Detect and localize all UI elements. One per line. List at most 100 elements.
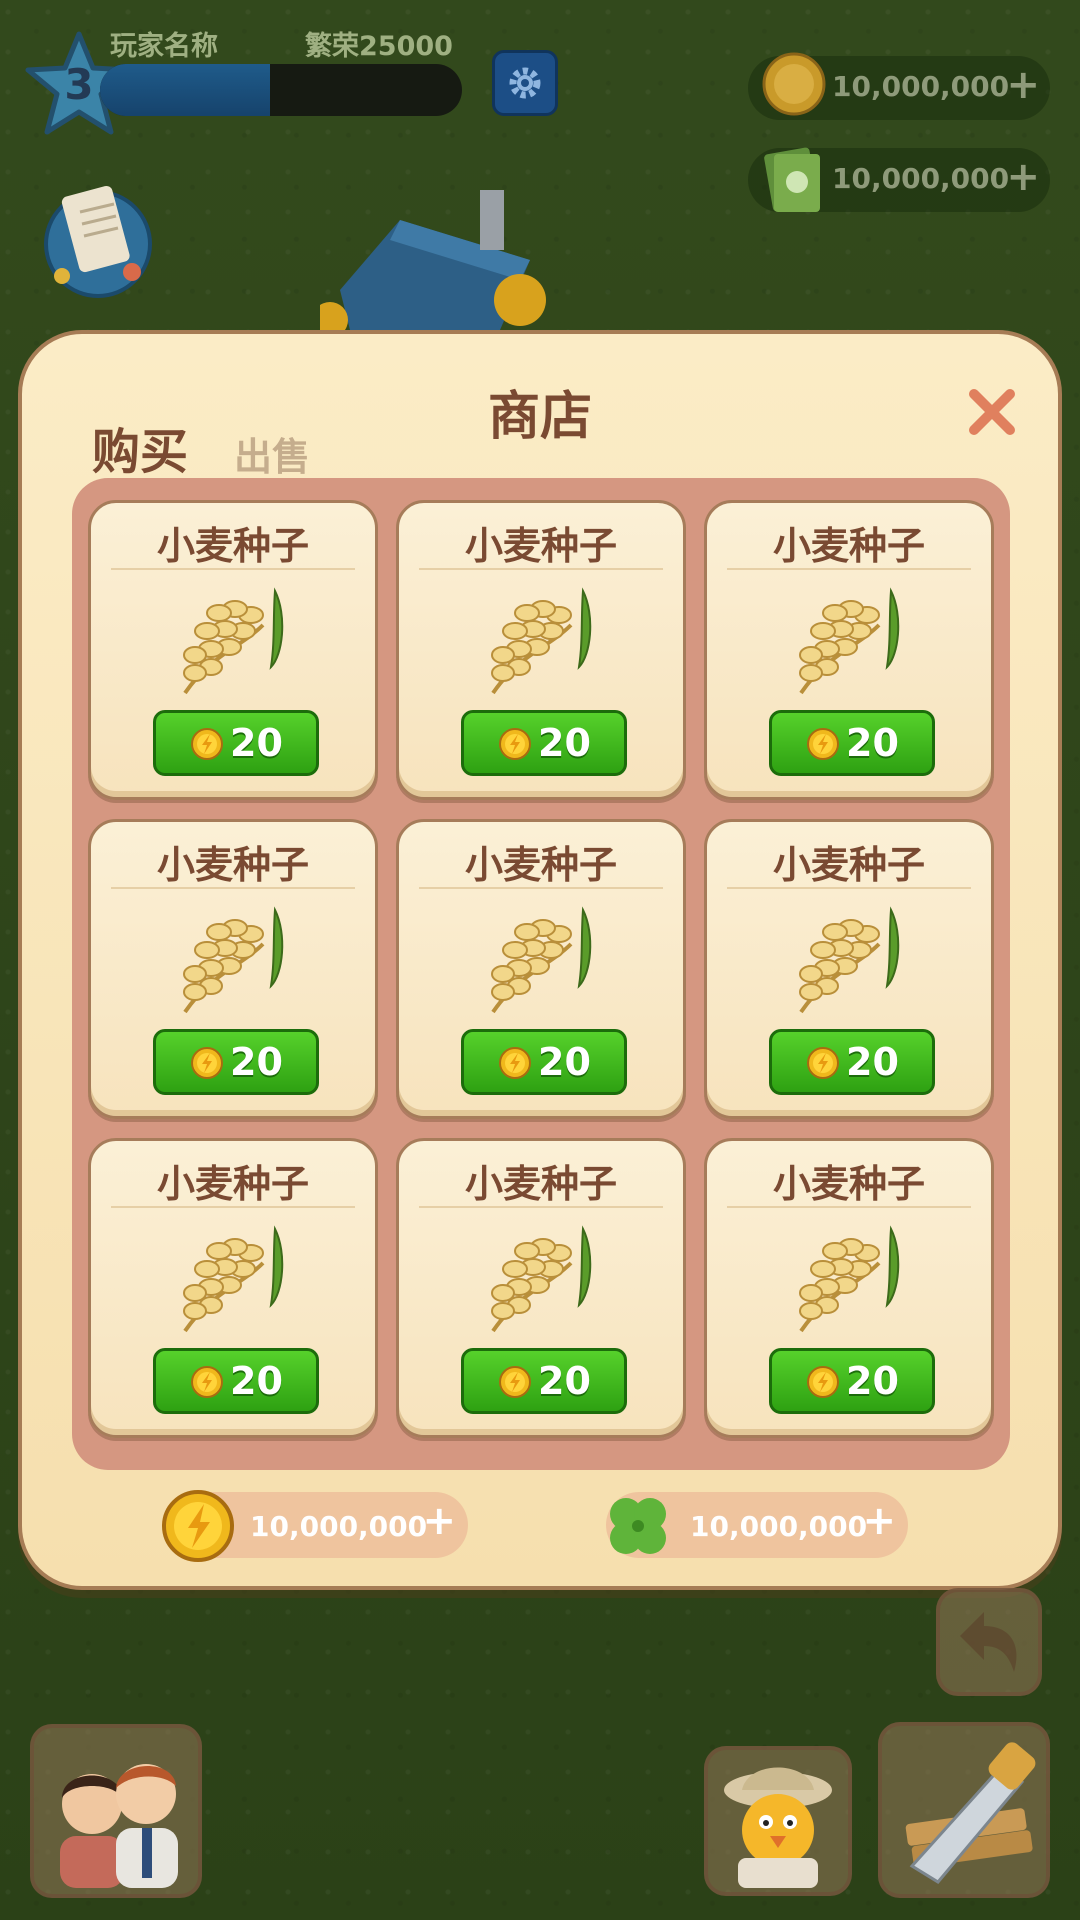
item-price: 20 [538, 721, 591, 765]
tab-buy[interactable]: 购买 [92, 412, 188, 482]
cash-bill-icon [764, 147, 820, 212]
wallet-clover-amount: 10,000,000 [690, 1510, 868, 1543]
undo-arrow-icon [960, 1612, 1017, 1672]
saw-lumber-icon [905, 1742, 1036, 1884]
card-divider [111, 568, 355, 570]
coin-icon [807, 728, 839, 760]
item-price: 20 [846, 721, 899, 765]
item-name: 小麦种子 [464, 1162, 617, 1206]
item-name: 小麦种子 [156, 524, 309, 568]
item-name: 小麦种子 [464, 843, 617, 887]
coin-icon [191, 1366, 223, 1398]
gear-icon [509, 67, 541, 99]
settings-button[interactable] [492, 50, 558, 116]
item-name: 小麦种子 [156, 1162, 309, 1206]
buy-price-button[interactable]: 20 [769, 710, 935, 776]
shop-item-card[interactable]: 小麦种子 20 [704, 500, 994, 800]
gold-coin-icon [162, 1490, 234, 1562]
item-price: 20 [538, 1040, 591, 1084]
shop-item-card[interactable]: 小麦种子 20 [396, 1138, 686, 1438]
item-name: 小麦种子 [772, 843, 925, 887]
item-price: 20 [538, 1359, 591, 1403]
wallet-coins-amount: 10,000,000 [250, 1510, 428, 1543]
coin-icon [807, 1047, 839, 1079]
build-tools-button[interactable] [878, 1722, 1050, 1898]
wallet-coins[interactable]: 10,000,000 + [162, 1490, 468, 1562]
card-divider [727, 1206, 971, 1208]
shop-item-card[interactable]: 小麦种子 20 [88, 1138, 378, 1438]
clover-icon [610, 1498, 666, 1554]
undo-button[interactable] [936, 1588, 1042, 1696]
card-divider [111, 887, 355, 889]
card-divider [727, 887, 971, 889]
item-price: 20 [230, 721, 283, 765]
card-divider [419, 887, 663, 889]
buy-price-button[interactable]: 20 [461, 1029, 627, 1095]
shop-item-card[interactable]: 小麦种子 20 [88, 500, 378, 800]
wheat-icon [798, 1227, 901, 1333]
coin-icon [807, 1366, 839, 1398]
wallet-clover-add-icon[interactable]: + [862, 1498, 896, 1544]
wallet-clover[interactable]: 10,000,000 + [606, 1492, 908, 1558]
shop-item-card[interactable]: 小麦种子 20 [396, 819, 686, 1119]
coin-icon [191, 728, 223, 760]
hud-cash-counter[interactable]: 10,000,000 + [748, 147, 1050, 212]
item-name: 小麦种子 [772, 1162, 925, 1206]
hud-coins-counter[interactable]: 10,000,000 + [748, 52, 1050, 120]
item-price: 20 [230, 1040, 283, 1084]
wheat-icon [490, 589, 593, 695]
coin-icon [191, 1047, 223, 1079]
wheat-icon [182, 589, 285, 695]
characters-icon [60, 1764, 178, 1888]
buy-price-button[interactable]: 20 [461, 1348, 627, 1414]
item-name: 小麦种子 [156, 843, 309, 887]
shop-panel: 商店 购买 出售 小麦种子 20 小麦种子 20 小麦种子 20 小麦种子 20… [18, 330, 1062, 1590]
shop-item-card[interactable]: 小麦种子 20 [88, 819, 378, 1119]
wheat-icon [182, 908, 285, 1014]
shop-item-card[interactable]: 小麦种子 20 [704, 819, 994, 1119]
tab-sell[interactable]: 出售 [234, 426, 310, 481]
wallet-coins-add-icon[interactable]: + [422, 1498, 456, 1544]
chicken-icon [724, 1767, 832, 1888]
coin-icon [499, 728, 531, 760]
quest-scroll-button[interactable] [40, 180, 156, 304]
chicken-button[interactable] [704, 1746, 852, 1896]
buy-price-button[interactable]: 20 [769, 1029, 935, 1095]
hud-cash-amount: 10,000,000 [832, 162, 1010, 195]
buy-price-button[interactable]: 20 [153, 1029, 319, 1095]
hud-cash-add-icon[interactable]: + [1006, 154, 1040, 200]
wheat-icon [182, 1227, 285, 1333]
buy-price-button[interactable]: 20 [769, 1348, 935, 1414]
hud-coins-add-icon[interactable]: + [1006, 62, 1040, 108]
shop-item-grid: 小麦种子 20 小麦种子 20 小麦种子 20 小麦种子 20 小麦种子 20 … [72, 478, 1010, 1470]
item-price: 20 [846, 1040, 899, 1084]
xp-progress-bar [100, 64, 462, 116]
coin-icon [499, 1366, 531, 1398]
item-price: 20 [846, 1359, 899, 1403]
item-name: 小麦种子 [772, 524, 925, 568]
wheat-icon [490, 1227, 593, 1333]
friends-button[interactable] [30, 1724, 202, 1898]
wheat-icon [798, 908, 901, 1014]
prosperity-value: 繁荣25000 [305, 31, 453, 62]
xp-progress-fill [100, 64, 271, 116]
card-divider [419, 1206, 663, 1208]
buy-price-button[interactable]: 20 [461, 710, 627, 776]
close-button[interactable] [966, 386, 1018, 438]
shop-item-card[interactable]: 小麦种子 20 [396, 500, 686, 800]
gold-coin-icon [762, 52, 826, 116]
wheat-icon [490, 908, 593, 1014]
hud-coins-amount: 10,000,000 [832, 70, 1010, 103]
close-icon [969, 389, 1015, 435]
buy-price-button[interactable]: 20 [153, 710, 319, 776]
card-divider [419, 568, 663, 570]
item-name: 小麦种子 [464, 524, 617, 568]
wheat-icon [798, 589, 901, 695]
scroll-icon [44, 185, 152, 298]
coin-icon [499, 1047, 531, 1079]
buy-price-button[interactable]: 20 [153, 1348, 319, 1414]
player-name: 玩家名称 [110, 31, 218, 62]
shop-item-card[interactable]: 小麦种子 20 [704, 1138, 994, 1438]
card-divider [727, 568, 971, 570]
item-price: 20 [230, 1359, 283, 1403]
